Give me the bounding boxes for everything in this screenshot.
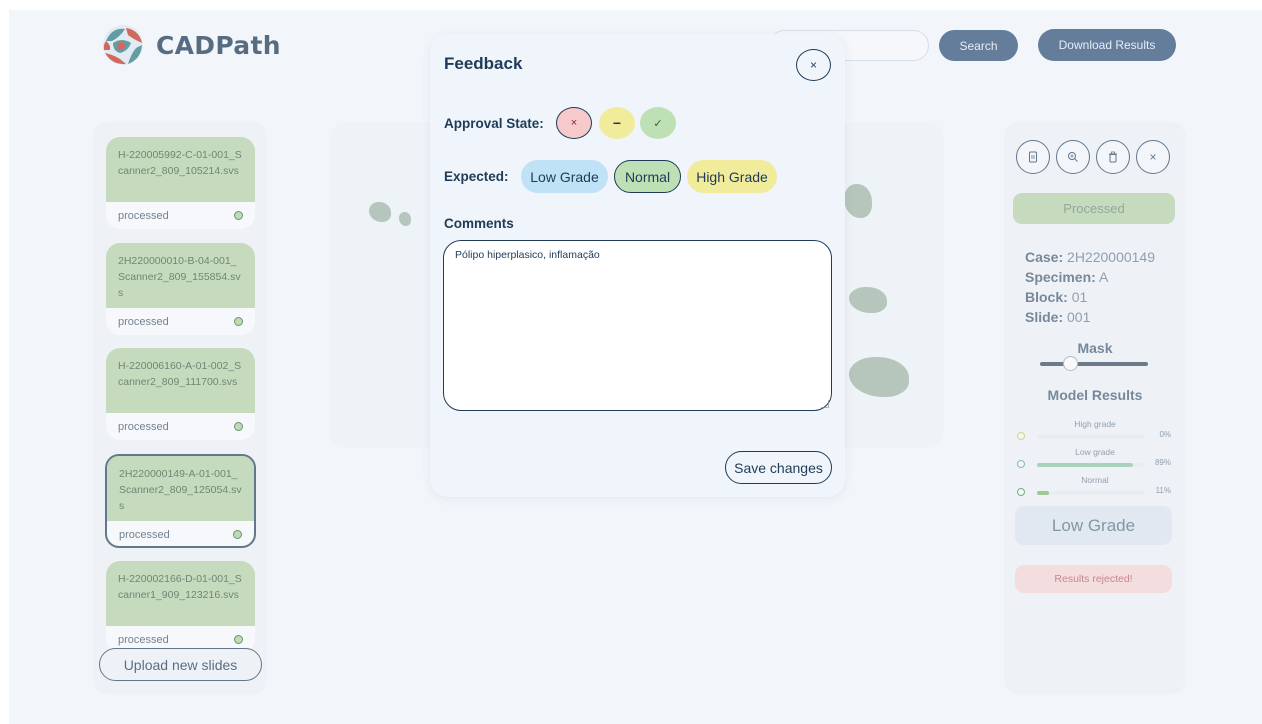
close-icon[interactable]: × <box>796 49 831 81</box>
feedback-modal: Feedback × Approval State: × − ✓ Expecte… <box>430 34 845 497</box>
expected-label: Expected: <box>444 169 509 184</box>
low-grade-option[interactable]: Low Grade <box>521 160 608 193</box>
normal-option[interactable]: Normal <box>614 160 681 193</box>
comments-textarea[interactable]: Pólipo hiperplasico, inflamação <box>443 240 832 411</box>
pending-button[interactable]: − <box>599 107 635 139</box>
resize-handle-icon[interactable] <box>821 400 829 408</box>
approve-button[interactable]: ✓ <box>640 107 676 139</box>
high-grade-option[interactable]: High Grade <box>687 160 777 193</box>
reject-button[interactable]: × <box>556 107 592 139</box>
modal-title: Feedback <box>444 54 523 73</box>
comments-label: Comments <box>444 216 514 231</box>
save-changes-button[interactable]: Save changes <box>725 451 832 484</box>
approval-state-label: Approval State: <box>444 116 544 131</box>
comments-text: Pólipo hiperplasico, inflamação <box>455 249 600 261</box>
